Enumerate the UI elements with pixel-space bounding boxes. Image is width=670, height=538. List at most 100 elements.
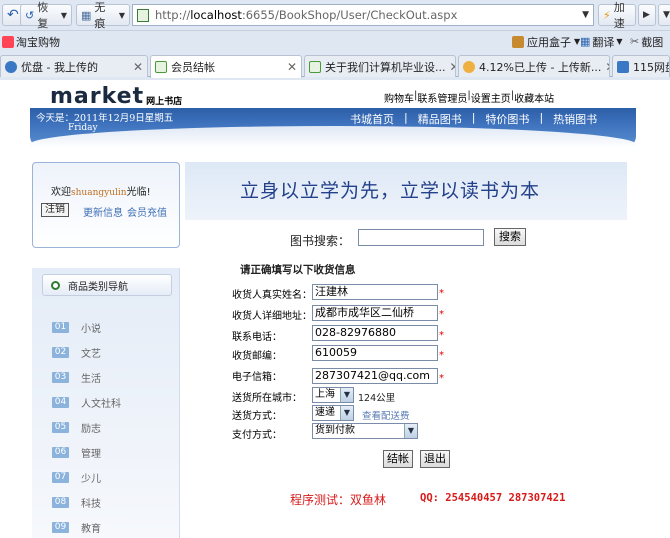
tab-about[interactable]: 关于我们计算机毕业设... ✕ [304, 55, 456, 77]
category-item[interactable]: 02 文艺 [52, 345, 101, 360]
box-icon [512, 35, 524, 48]
menu-special[interactable]: 特价图书 [485, 111, 529, 127]
required-mark: * [439, 330, 444, 341]
accelerate-button[interactable]: ⚡ 加速 [598, 1, 636, 30]
tester-text: 程序测试：双鱼林 [290, 493, 387, 507]
grid-icon: ▦ [81, 8, 92, 22]
logout-button[interactable]: 注销 [41, 203, 69, 217]
forward-menu-button[interactable]: ▶ [638, 4, 656, 26]
close-icon[interactable]: ✕ [287, 60, 297, 74]
back-arrow-icon: ↶ [7, 7, 19, 23]
city-select[interactable]: 上海 ▼ [312, 387, 354, 403]
translate-button[interactable]: ▦ 翻译 ▼ [580, 34, 623, 50]
close-icon[interactable]: ✕ [133, 60, 143, 74]
favorite-link[interactable]: 收藏本站 [514, 90, 554, 105]
noframe-button[interactable]: ▦ 无痕 ▼ [76, 1, 130, 30]
tab-upan[interactable]: 优盘 - 我上传的 ✕ [0, 55, 148, 77]
slogan-text: 立身以立学为先，立学以读书为本 [240, 180, 541, 202]
address-bar[interactable]: http://localhost:6655/BookShop/User/Chec… [132, 4, 594, 26]
category-item[interactable]: 03 生活 [52, 370, 101, 385]
chevron-down-icon[interactable]: ▼ [582, 10, 589, 20]
category-title: 商品类别导航 [42, 274, 172, 296]
exit-button[interactable]: 退出 [420, 450, 450, 468]
category-item[interactable]: 06 管理 [52, 445, 101, 460]
date-text: 今天是：2011年12月9日星期五 [36, 113, 174, 124]
phone-label: 联系电话： [232, 332, 282, 343]
main-menu: 书城首页 | 精品图书 | 特价图书 | 热销图书 [350, 111, 598, 127]
lightning-icon: ⚡ [603, 8, 611, 22]
chevron-down-icon: ▼ [616, 37, 623, 46]
category-item[interactable]: 08 科技 [52, 495, 101, 510]
close-icon[interactable]: ✕ [450, 60, 456, 74]
restore-button[interactable]: ↺ 恢复 ▼ [20, 1, 72, 30]
update-info-link[interactable]: 更新信息 [83, 204, 123, 219]
category-nav: 商品类别导航 01 小说 02 文艺 03 生活 04 人文社科 05 励志 06 管理 0… [32, 268, 180, 538]
menu-hot[interactable]: 热销图书 [553, 111, 597, 127]
category-item[interactable]: 09 教育 [52, 520, 101, 535]
address-field[interactable]: 成都市成华区二仙桥 [312, 305, 438, 321]
site-logo[interactable]: market 网上书店 [50, 84, 182, 109]
ship-select[interactable]: 速递 ▼ [312, 405, 354, 421]
user-panel: 欢迎shuangyulin光临! 注销 更新信息 会员充值 [32, 162, 180, 248]
category-item[interactable]: 04 人文社科 [52, 395, 121, 410]
tab-checkout[interactable]: 会员结帐 ✕ [150, 55, 302, 78]
play-icon: ▶ [643, 10, 650, 20]
more-icon: ▼ [663, 10, 670, 20]
browser-chrome: ↶ ↺ 恢复 ▼ ▦ 无痕 ▼ http://localhost:6655/Bo… [0, 0, 670, 80]
welcome-text: 欢迎shuangyulin光临! [51, 187, 151, 198]
slogan-banner: 立身以立学为先，立学以读书为本 [185, 162, 627, 220]
required-mark: * [439, 350, 444, 361]
category-item[interactable]: 05 励志 [52, 420, 101, 435]
checkout-button[interactable]: 结帐 [383, 450, 413, 468]
bullet-icon [51, 280, 60, 290]
pay-label: 支付方式： [232, 430, 282, 441]
page-icon [309, 60, 321, 73]
chevron-down-icon: ▼ [60, 10, 67, 20]
contact-admin-link[interactable]: 联系管理员 [417, 90, 467, 105]
set-home-link[interactable]: 设置主页 [471, 90, 511, 105]
close-icon[interactable]: ✕ [605, 60, 609, 74]
menu-home[interactable]: 书城首页 [350, 111, 394, 127]
appbox-button[interactable]: 应用盒子 ▼ [512, 34, 580, 50]
city-label: 送货所在城市： [232, 393, 302, 404]
screenshot-button[interactable]: ✂ 截图 [630, 34, 663, 50]
header-bar: 今天是：2011年12月9日星期五 Friday 书城首页 | 精品图书 | 特价图… [30, 108, 636, 148]
view-ship-fee-link[interactable]: 查看配送费 [362, 408, 410, 422]
category-item[interactable]: 07 少儿 [52, 470, 101, 485]
address-label: 收货人详细地址： [232, 311, 312, 322]
email-field[interactable]: 287307421@qq.com [312, 368, 438, 384]
translate-icon: ▦ [580, 35, 591, 48]
required-mark: * [439, 373, 444, 384]
tab-strip: 优盘 - 我上传的 ✕ 会员结帐 ✕ 关于我们计算机毕业设... ✕ 4.12%… [0, 53, 670, 78]
zip-field[interactable]: 610059 [312, 345, 438, 361]
form-heading: 请正确填写以下收货信息 [240, 264, 356, 276]
cart-link[interactable]: 购物车 [384, 90, 414, 105]
email-label: 电子信箱： [232, 372, 282, 383]
tab-upload[interactable]: 4.12%已上传 - 上传新... ✕ [458, 55, 610, 77]
page-icon [155, 61, 167, 73]
distance-text: 124公里 [358, 393, 396, 404]
menu-quality[interactable]: 精品图书 [418, 111, 462, 127]
qq-text: QQ: 254540457 287307421 [420, 492, 566, 504]
chevron-down-icon: ▼ [118, 10, 125, 20]
required-mark: * [439, 288, 444, 299]
search-input[interactable] [358, 229, 484, 246]
zip-label: 收货邮编： [232, 351, 282, 362]
category-item[interactable]: 01 小说 [52, 320, 101, 335]
pay-select[interactable]: 货到付款 ▼ [312, 423, 418, 439]
search-label: 图书搜索： [290, 234, 351, 248]
weekday-text: Friday [68, 123, 98, 133]
more-button[interactable]: ▼ [658, 4, 670, 26]
page-content: market 网上书店 购物车 | 联系管理员 | 设置主页 | 收藏本站 今天是：2… [0, 80, 670, 538]
name-field[interactable]: 汪建林 [312, 284, 438, 300]
page-icon [137, 8, 149, 22]
tab-115[interactable]: 115网盘 [612, 55, 670, 77]
115-icon [617, 60, 629, 73]
top-links: 购物车 | 联系管理员 | 设置主页 | 收藏本站 [384, 90, 555, 105]
bookmark-taobao[interactable]: 淘宝购物 [16, 34, 60, 50]
bookmark-bar: 淘宝购物 应用盒子 ▼ ▦ 翻译 ▼ ✂ 截图 [0, 30, 670, 52]
search-button[interactable]: 搜索 [494, 228, 526, 246]
recharge-link[interactable]: 会员充值 [127, 204, 167, 219]
smiley-icon [463, 60, 475, 73]
phone-field[interactable]: 028-82976880 [312, 325, 438, 341]
